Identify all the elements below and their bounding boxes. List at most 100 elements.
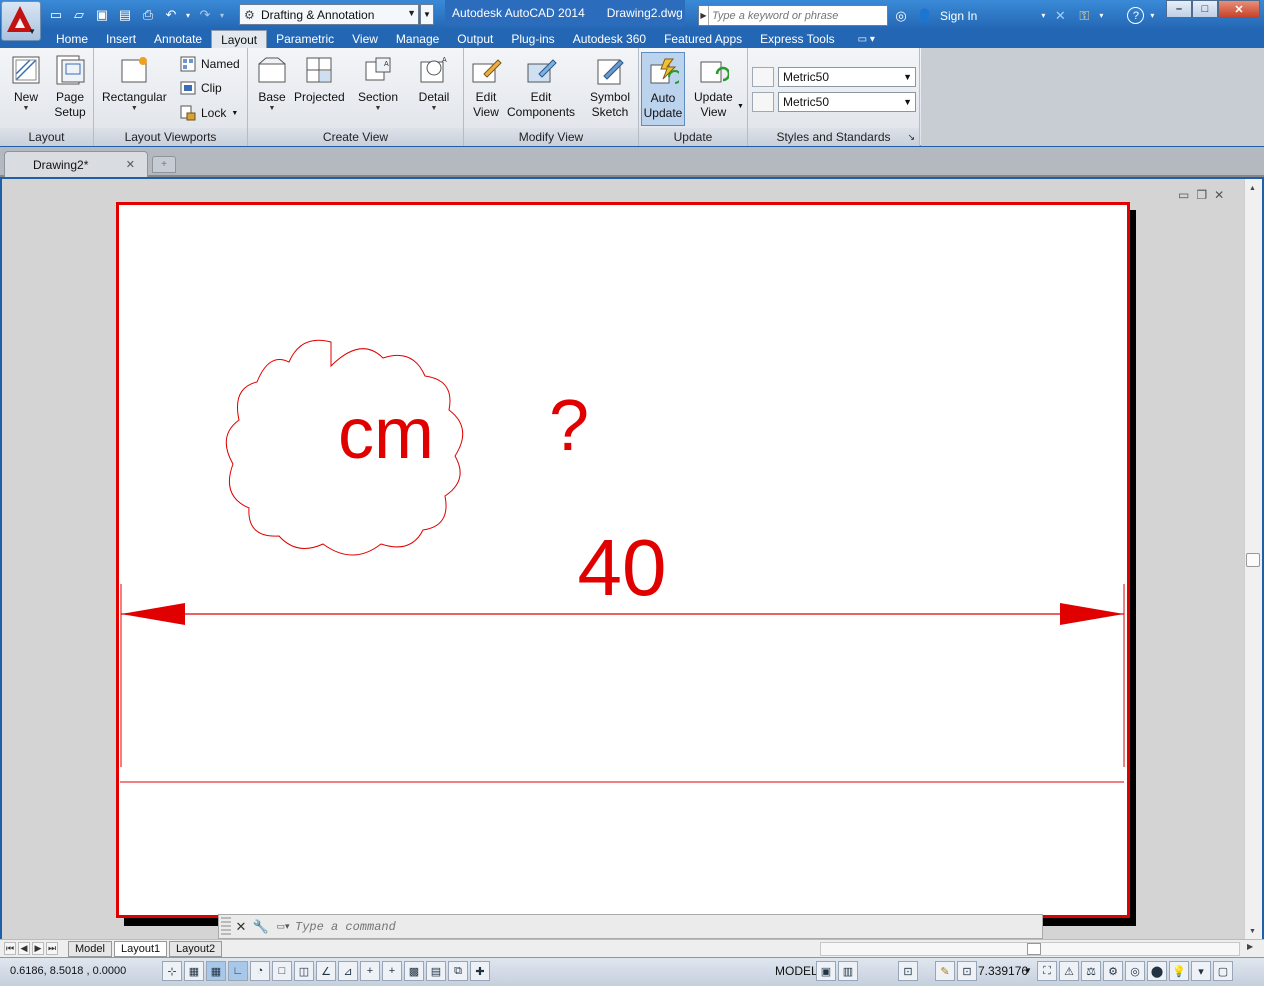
- viewport-close-icon[interactable]: ✕: [1214, 188, 1224, 202]
- workspace-select[interactable]: ⚙ Drafting & Annotation ▼: [239, 4, 419, 25]
- vertical-scrollbar[interactable]: ▲ ▼: [1244, 179, 1262, 939]
- workspace-switch-icon[interactable]: ⛶: [1037, 961, 1057, 981]
- clean-screen-icon[interactable]: ▢: [1213, 961, 1233, 981]
- object-snap-tracking-icon[interactable]: ∠: [316, 961, 336, 981]
- selection-cycling-icon[interactable]: ⧉: [448, 961, 468, 981]
- viewport-restore-icon[interactable]: ❐: [1196, 188, 1207, 202]
- undo-icon[interactable]: ↶: [161, 5, 181, 25]
- close-button[interactable]: ✕: [1218, 0, 1260, 18]
- dynamic-ucs-icon[interactable]: ⊿: [338, 961, 358, 981]
- qat-customize-button[interactable]: ▼: [420, 4, 434, 25]
- infer-constraints-icon[interactable]: ⊹: [162, 961, 182, 981]
- scroll-up-icon[interactable]: ▲: [1249, 185, 1256, 192]
- tab-layout1[interactable]: Layout1: [114, 941, 168, 957]
- detail-view-button[interactable]: A Detail ▼: [418, 54, 450, 113]
- page-setup-button[interactable]: Page Setup: [54, 54, 86, 120]
- clip-button[interactable]: Clip: [180, 80, 222, 96]
- scroll-down-icon[interactable]: ▼: [1249, 928, 1256, 935]
- first-layout-icon[interactable]: ⏮: [4, 942, 16, 955]
- isolate-objects-icon[interactable]: ⬤: [1147, 961, 1167, 981]
- help-icon[interactable]: ?: [1127, 7, 1145, 24]
- symbol-sketch-button[interactable]: Symbol Sketch: [590, 54, 630, 120]
- auto-scale-icon[interactable]: ⚖: [1081, 961, 1101, 981]
- drawing-canvas[interactable]: 40 cm ?: [116, 202, 1130, 918]
- annotation-monitor-icon[interactable]: ✚: [470, 961, 490, 981]
- tab-parametric[interactable]: Parametric: [267, 30, 343, 48]
- redo-dropdown-icon[interactable]: ▾: [218, 5, 226, 25]
- open-file-icon[interactable]: ▱: [69, 5, 89, 25]
- redo-icon[interactable]: ↷: [195, 5, 215, 25]
- last-layout-icon[interactable]: ⏭: [46, 942, 58, 955]
- wrench-icon[interactable]: 🔧: [251, 919, 271, 935]
- update-view-dropdown-icon[interactable]: ▼: [737, 103, 744, 110]
- save-as-icon[interactable]: ▤: [115, 5, 135, 25]
- command-input[interactable]: [295, 919, 995, 934]
- doc-tab-drawing2[interactable]: Drawing2* ✕: [4, 151, 148, 177]
- application-menu-button[interactable]: ▼: [1, 1, 41, 41]
- 3d-object-snap-icon[interactable]: ◫: [294, 961, 314, 981]
- binoculars-icon[interactable]: ◎: [892, 7, 910, 25]
- tab-featured-apps[interactable]: Featured Apps: [655, 30, 751, 48]
- transparency-icon[interactable]: ▩: [404, 961, 424, 981]
- quick-properties-icon[interactable]: ▤: [426, 961, 446, 981]
- quick-view-drawings-icon[interactable]: ▥: [838, 961, 858, 981]
- dialog-launcher-icon[interactable]: ↘: [907, 132, 915, 143]
- dynamic-input-icon[interactable]: +: [360, 961, 380, 981]
- lock-toolbar-icon[interactable]: ⚙: [1103, 961, 1123, 981]
- user-icon[interactable]: 👤: [916, 7, 934, 25]
- viewport-scale-value[interactable]: 7.339176: [978, 964, 1028, 978]
- quick-view-layouts-icon[interactable]: ▣: [816, 961, 836, 981]
- sign-in-link[interactable]: Sign In: [940, 9, 977, 23]
- search-box[interactable]: ▶: [698, 5, 888, 26]
- viewport-scale-icon[interactable]: ⊡: [957, 961, 977, 981]
- tab-layout[interactable]: Layout: [211, 30, 268, 48]
- projected-view-button[interactable]: Projected: [294, 54, 345, 105]
- annotation-scale-icon[interactable]: ⚠: [1059, 961, 1079, 981]
- annotation-visibility-icon[interactable]: ✎: [935, 961, 955, 981]
- maximize-button[interactable]: □: [1192, 0, 1218, 18]
- lineweight-icon[interactable]: +: [382, 961, 402, 981]
- grid-display-icon[interactable]: ▦: [206, 961, 226, 981]
- new-tab-button[interactable]: +: [152, 156, 176, 173]
- tab-output[interactable]: Output: [448, 30, 502, 48]
- edit-components-button[interactable]: Edit Components: [507, 54, 575, 120]
- scroll-right-icon[interactable]: ▶: [1247, 942, 1253, 951]
- help-dropdown-icon[interactable]: ▾: [1150, 11, 1154, 20]
- tab-model[interactable]: Model: [68, 941, 112, 957]
- named-button[interactable]: Named: [180, 56, 240, 72]
- tab-autodesk-360[interactable]: Autodesk 360: [564, 30, 655, 48]
- model-space-toggle[interactable]: MODEL: [775, 964, 818, 978]
- ribbon-minimize-icon[interactable]: ▭ ▾: [858, 34, 875, 45]
- close-icon[interactable]: ✕: [126, 158, 135, 171]
- detail-style-icon[interactable]: [752, 92, 774, 112]
- tab-view[interactable]: View: [343, 30, 387, 48]
- connect-dropdown-icon[interactable]: ▾: [1099, 11, 1103, 20]
- stay-connected-icon[interactable]: ⚿: [1075, 7, 1093, 25]
- update-view-button[interactable]: Update View: [694, 54, 733, 120]
- sign-in-dropdown-icon[interactable]: ▾: [1041, 11, 1045, 20]
- viewport-minimize-icon[interactable]: ▭: [1178, 188, 1189, 202]
- save-icon[interactable]: ▣: [92, 5, 112, 25]
- detail-style-select[interactable]: Metric50 ▼: [778, 92, 916, 112]
- ortho-mode-icon[interactable]: ∟: [228, 961, 248, 981]
- lock-button[interactable]: Lock ▼: [180, 105, 238, 121]
- command-line-grip[interactable]: [221, 916, 231, 937]
- hardware-accel-icon[interactable]: ◎: [1125, 961, 1145, 981]
- tab-plugins[interactable]: Plug-ins: [502, 30, 563, 48]
- status-menu-icon[interactable]: ▾: [1191, 961, 1211, 981]
- tab-layout2[interactable]: Layout2: [169, 941, 223, 957]
- scroll-thumb[interactable]: [1246, 553, 1260, 567]
- maximize-viewport-icon[interactable]: ⊡: [898, 961, 918, 981]
- edit-view-button[interactable]: Edit View: [470, 54, 502, 120]
- print-icon[interactable]: ⎙: [138, 5, 158, 25]
- coordinates-readout[interactable]: 0.6186, 8.5018 , 0.0000: [10, 965, 126, 977]
- hscroll-thumb[interactable]: [1027, 943, 1041, 955]
- bulb-icon[interactable]: 💡: [1169, 961, 1189, 981]
- prev-layout-icon[interactable]: ◀: [18, 942, 30, 955]
- section-style-icon[interactable]: [752, 67, 774, 87]
- snap-mode-icon[interactable]: ▦: [184, 961, 204, 981]
- exchange-icon[interactable]: ✕: [1051, 7, 1069, 25]
- new-file-icon[interactable]: ▭: [46, 5, 66, 25]
- search-expand-icon[interactable]: ▶: [699, 6, 709, 25]
- scale-dropdown-icon[interactable]: ▼: [1024, 966, 1032, 975]
